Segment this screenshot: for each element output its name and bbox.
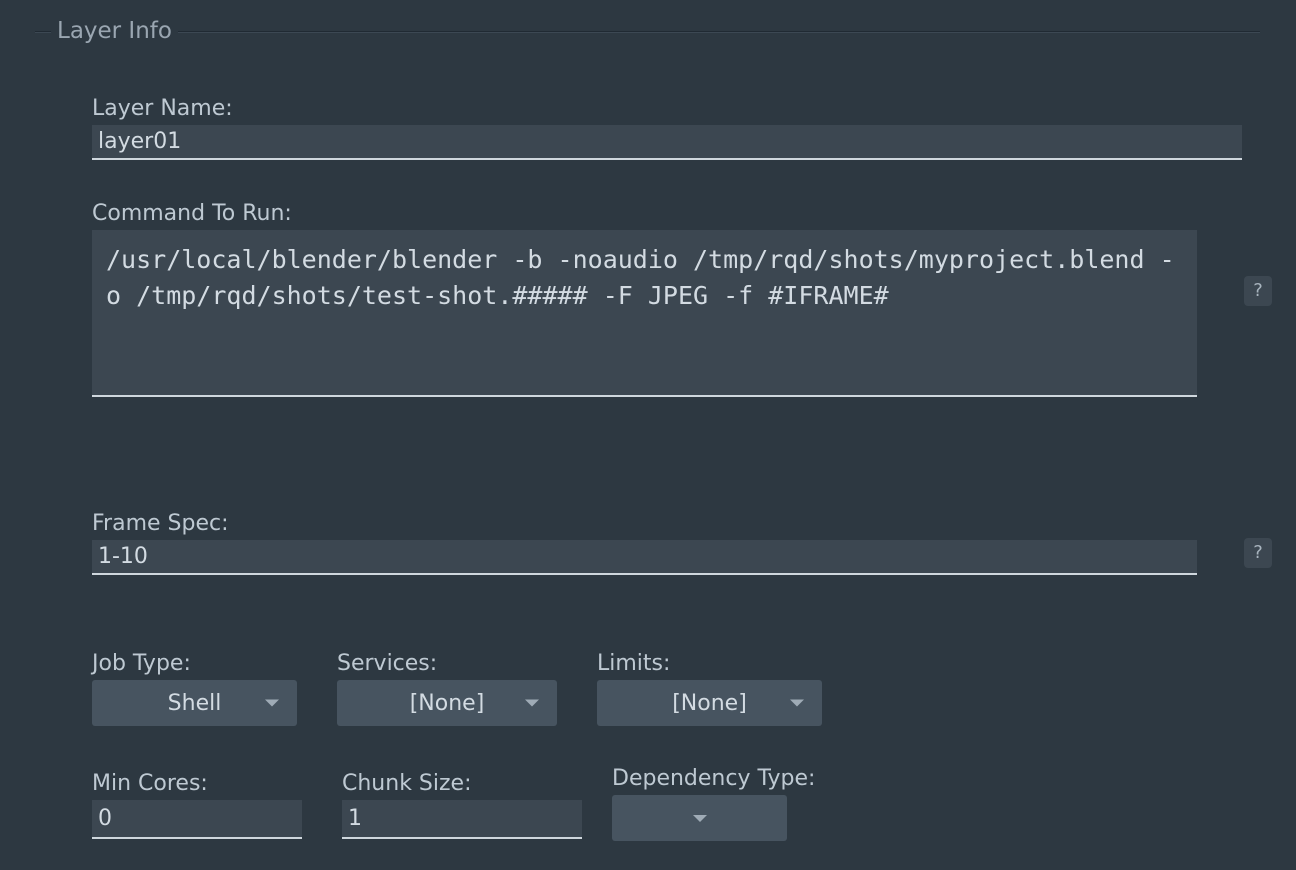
frame-spec-help-button[interactable]: ? (1244, 538, 1272, 568)
services-label: Services: (337, 651, 557, 676)
limits-value: [None] (672, 691, 747, 716)
chevron-down-icon (265, 700, 279, 707)
dependency-type-select[interactable] (612, 795, 787, 841)
dropdowns-row: Job Type: Shell Services: [None] Limits:… (92, 651, 1242, 726)
frame-spec-label: Frame Spec: (92, 511, 1242, 536)
chunk-size-block: Chunk Size: (342, 771, 582, 839)
dependency-type-label: Dependency Type: (612, 766, 815, 791)
limits-block: Limits: [None] (597, 651, 822, 726)
limits-label: Limits: (597, 651, 822, 676)
job-type-label: Job Type: (92, 651, 297, 676)
numeric-row: Min Cores: Chunk Size: (92, 771, 1092, 839)
command-label: Command To Run: (92, 201, 1242, 226)
job-type-value: Shell (168, 691, 222, 716)
frame-spec-row: Frame Spec: ? (92, 511, 1242, 575)
min-cores-input[interactable] (92, 800, 302, 839)
layer-name-input[interactable] (92, 125, 1242, 160)
services-select[interactable]: [None] (337, 680, 557, 726)
services-block: Services: [None] (337, 651, 557, 726)
layer-name-row: Layer Name: (92, 96, 1242, 160)
chevron-down-icon (525, 700, 539, 707)
layer-name-label: Layer Name: (92, 96, 1242, 121)
min-cores-block: Min Cores: (92, 771, 302, 839)
command-row: Command To Run: ? (92, 201, 1242, 403)
chunk-size-input[interactable] (342, 800, 582, 839)
frame-spec-input[interactable] (92, 540, 1197, 575)
job-type-select[interactable]: Shell (92, 680, 297, 726)
services-value: [None] (410, 691, 485, 716)
chevron-down-icon (790, 700, 804, 707)
limits-select[interactable]: [None] (597, 680, 822, 726)
form-area: Layer Name: Command To Run: ? Frame Spec… (92, 96, 1225, 858)
dependency-type-block: Dependency Type: (612, 766, 815, 841)
groupbox-divider (35, 31, 1260, 33)
job-type-block: Job Type: Shell (92, 651, 297, 726)
chunk-size-label: Chunk Size: (342, 771, 582, 796)
layer-info-groupbox: Layer Info Layer Name: Command To Run: ?… (35, 18, 1260, 858)
command-input[interactable] (92, 230, 1197, 397)
groupbox-title: Layer Info (51, 18, 178, 44)
command-help-button[interactable]: ? (1244, 276, 1272, 306)
chevron-down-icon (693, 815, 707, 822)
min-cores-label: Min Cores: (92, 771, 302, 796)
